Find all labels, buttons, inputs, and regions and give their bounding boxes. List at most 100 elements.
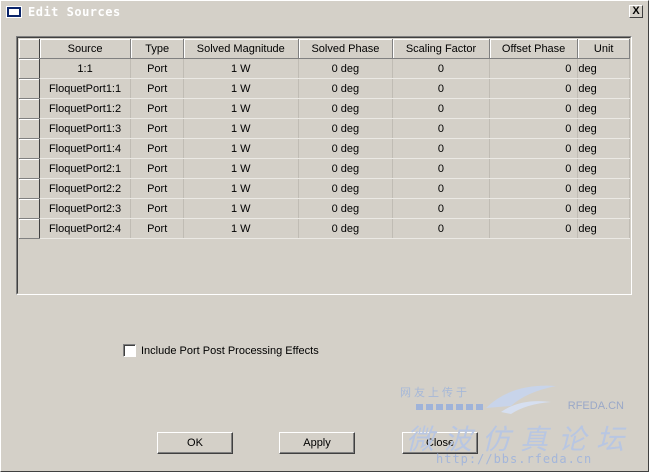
cell-type[interactable]: Port — [130, 58, 184, 79]
cell-source[interactable]: FloquetPort1:3 — [39, 118, 132, 139]
row-header-cell[interactable] — [19, 138, 40, 159]
cell-source[interactable]: FloquetPort1:2 — [39, 98, 132, 119]
cell-scaling-factor[interactable]: 0 — [392, 118, 490, 139]
table-row[interactable]: FloquetPort2:4 Port 1 W0 deg 0 0 deg — [19, 218, 630, 239]
apply-button[interactable]: Apply — [279, 432, 355, 454]
cell-solved-phase[interactable]: 0 deg — [298, 78, 394, 99]
cell-type[interactable]: Port — [130, 178, 184, 199]
cell-scaling-factor[interactable]: 0 — [392, 78, 490, 99]
cell-solved-phase[interactable]: 0 deg — [298, 198, 394, 219]
cell-source[interactable]: FloquetPort2:2 — [39, 178, 132, 199]
cell-source[interactable]: FloquetPort1:4 — [39, 138, 132, 159]
cell-solved-phase[interactable]: 0 deg — [298, 158, 394, 179]
cell-solved-phase[interactable]: 0 deg — [298, 98, 394, 119]
cell-source[interactable]: 1:1 — [39, 58, 132, 79]
cell-scaling-factor[interactable]: 0 — [392, 98, 490, 119]
cell-offset-phase[interactable]: 0 — [489, 218, 579, 239]
title-bar: Edit Sources X — [2, 2, 647, 22]
ok-button[interactable]: OK — [157, 432, 233, 454]
column-header-unit[interactable]: Unit — [577, 39, 630, 59]
cell-solved-magnitude[interactable]: 1 W — [183, 118, 299, 139]
close-icon[interactable]: X — [629, 5, 643, 18]
cell-type[interactable]: Port — [130, 218, 184, 239]
row-header-cell[interactable] — [19, 158, 40, 179]
column-header-solved-magnitude[interactable]: Solved Magnitude — [183, 39, 299, 59]
cell-scaling-factor[interactable]: 0 — [392, 198, 490, 219]
edit-sources-dialog: Edit Sources X Source Type Solved Magnit… — [0, 0, 649, 472]
row-header-cell[interactable] — [19, 218, 40, 239]
cell-solved-phase[interactable]: 0 deg — [298, 58, 394, 79]
cell-solved-magnitude[interactable]: 1 W — [183, 138, 299, 159]
cell-type[interactable]: Port — [130, 118, 184, 139]
column-header-offset-phase[interactable]: Offset Phase — [489, 39, 579, 59]
table-row[interactable]: FloquetPort2:3 Port 1 W0 deg 0 0 deg — [19, 198, 630, 219]
cell-solved-phase[interactable]: 0 deg — [298, 118, 394, 139]
cell-solved-phase[interactable]: 0 deg — [298, 138, 394, 159]
table-row[interactable]: FloquetPort1:1 Port 1 W0 deg 0 0 deg — [19, 78, 630, 99]
cell-unit[interactable]: deg — [577, 78, 630, 99]
cell-solved-magnitude[interactable]: 1 W — [183, 178, 299, 199]
row-header-cell[interactable] — [19, 198, 40, 219]
close-button[interactable]: Close — [402, 432, 478, 454]
cell-offset-phase[interactable]: 0 — [489, 118, 579, 139]
cell-scaling-factor[interactable]: 0 — [392, 218, 490, 239]
include-post-processing-option[interactable]: Include Port Post Processing Effects — [123, 344, 319, 357]
cell-solved-magnitude[interactable]: 1 W — [183, 98, 299, 119]
cell-offset-phase[interactable]: 0 — [489, 78, 579, 99]
cell-scaling-factor[interactable]: 0 — [392, 158, 490, 179]
cell-scaling-factor[interactable]: 0 — [392, 138, 490, 159]
row-header-cell[interactable] — [19, 98, 40, 119]
cell-source[interactable]: FloquetPort1:1 — [39, 78, 132, 99]
cell-source[interactable]: FloquetPort2:1 — [39, 158, 132, 179]
cell-solved-magnitude[interactable]: 1 W — [183, 158, 299, 179]
table-row[interactable]: FloquetPort1:2 Port 1 W0 deg 0 0 deg — [19, 98, 630, 119]
cell-unit[interactable]: deg — [577, 98, 630, 119]
cell-offset-phase[interactable]: 0 — [489, 158, 579, 179]
cell-unit[interactable]: deg — [577, 158, 630, 179]
cell-solved-phase[interactable]: 0 deg — [298, 218, 394, 239]
row-header-cell[interactable] — [19, 178, 40, 199]
cell-scaling-factor[interactable]: 0 — [392, 178, 490, 199]
row-header-cell[interactable] — [19, 118, 40, 139]
include-post-processing-checkbox[interactable] — [123, 344, 136, 357]
column-header-scaling-factor[interactable]: Scaling Factor — [392, 39, 490, 59]
cell-unit[interactable]: deg — [577, 138, 630, 159]
cell-scaling-factor[interactable]: 0 — [392, 58, 490, 79]
cell-type[interactable]: Port — [130, 98, 184, 119]
cell-unit[interactable]: deg — [577, 218, 630, 239]
cell-offset-phase[interactable]: 0 — [489, 198, 579, 219]
cell-offset-phase[interactable]: 0 — [489, 98, 579, 119]
cell-type[interactable]: Port — [130, 78, 184, 99]
corner-cell — [19, 39, 40, 59]
cell-offset-phase[interactable]: 0 — [489, 178, 579, 199]
table-row[interactable]: FloquetPort2:2 Port 1 W0 deg 0 0 deg — [19, 178, 630, 199]
table-row[interactable]: 1:1 Port 1 W0 deg 0 0 deg — [19, 58, 630, 79]
cell-unit[interactable]: deg — [577, 118, 630, 139]
watermark-wing-icon — [486, 385, 556, 414]
column-header-type[interactable]: Type — [130, 39, 184, 59]
cell-type[interactable]: Port — [130, 158, 184, 179]
window-icon — [6, 6, 22, 18]
cell-type[interactable]: Port — [130, 138, 184, 159]
cell-solved-magnitude[interactable]: 1 W — [183, 198, 299, 219]
cell-solved-magnitude[interactable]: 1 W — [183, 78, 299, 99]
watermark-url: http://bbs.rfeda.cn — [436, 452, 593, 466]
table-row[interactable]: FloquetPort2:1 Port 1 W0 deg 0 0 deg — [19, 158, 630, 179]
cell-source[interactable]: FloquetPort2:4 — [39, 218, 132, 239]
cell-solved-magnitude[interactable]: 1 W — [183, 218, 299, 239]
row-header-cell[interactable] — [19, 58, 40, 79]
cell-offset-phase[interactable]: 0 — [489, 138, 579, 159]
table-row[interactable]: FloquetPort1:3 Port 1 W0 deg 0 0 deg — [19, 118, 630, 139]
row-header-cell[interactable] — [19, 78, 40, 99]
cell-unit[interactable]: deg — [577, 58, 630, 79]
column-header-solved-phase[interactable]: Solved Phase — [298, 39, 394, 59]
cell-source[interactable]: FloquetPort2:3 — [39, 198, 132, 219]
table-row[interactable]: FloquetPort1:4 Port 1 W0 deg 0 0 deg — [19, 138, 630, 159]
cell-offset-phase[interactable]: 0 — [489, 58, 579, 79]
cell-unit[interactable]: deg — [577, 178, 630, 199]
cell-solved-magnitude[interactable]: 1 W — [183, 58, 299, 79]
cell-unit[interactable]: deg — [577, 198, 630, 219]
cell-type[interactable]: Port — [130, 198, 184, 219]
column-header-source[interactable]: Source — [39, 39, 132, 59]
cell-solved-phase[interactable]: 0 deg — [298, 178, 394, 199]
